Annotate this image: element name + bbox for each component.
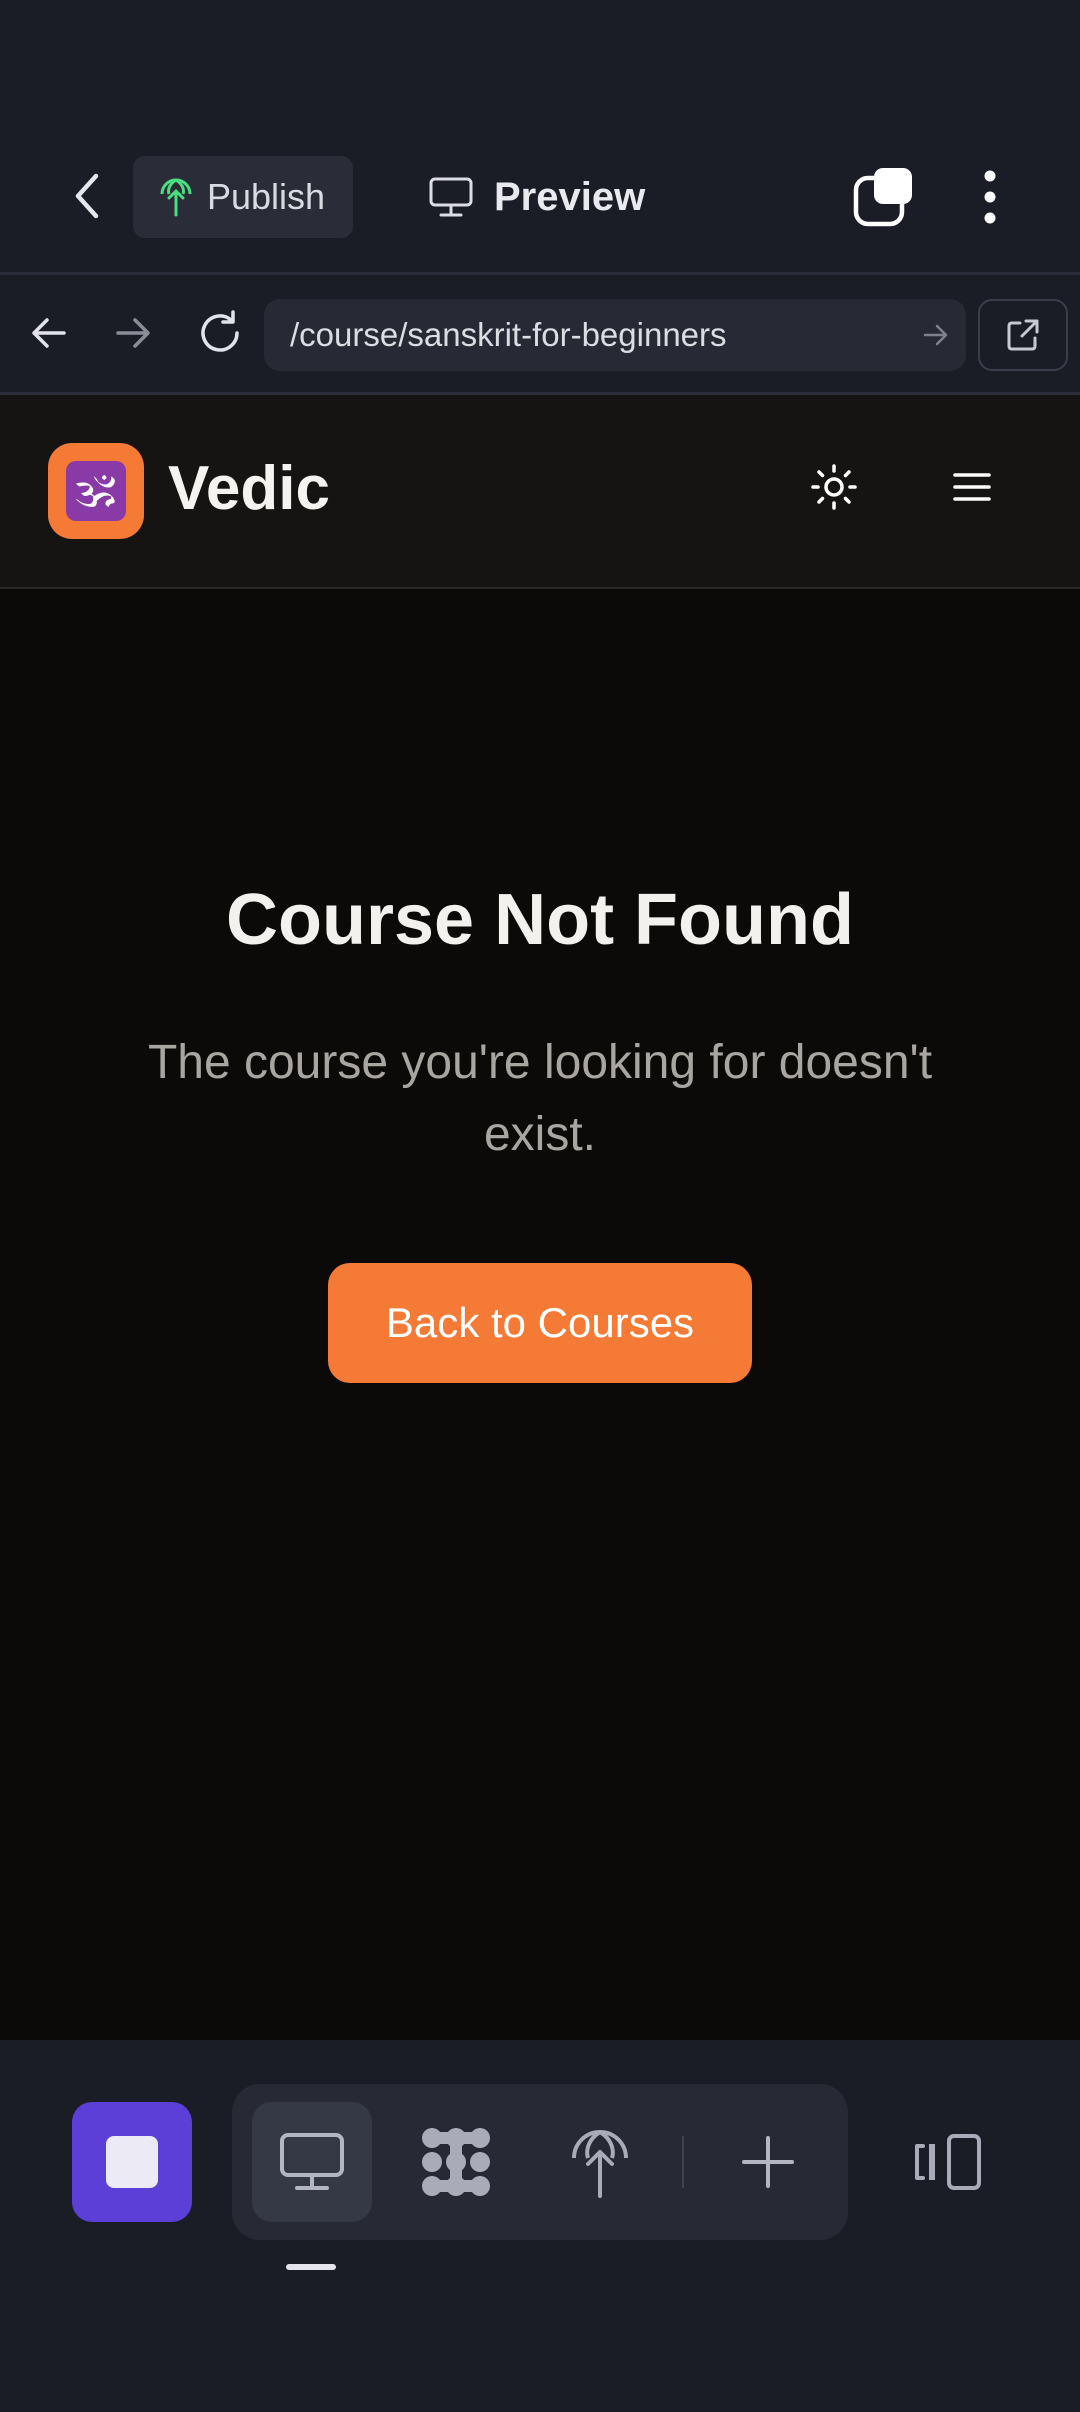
copy-button[interactable]	[852, 166, 914, 228]
preview-label: Preview	[494, 174, 646, 219]
publish-button[interactable]: Publish	[133, 156, 353, 238]
external-link-icon	[1007, 319, 1039, 351]
layout-toggle-button[interactable]	[898, 2102, 998, 2222]
copy-icon	[853, 168, 912, 227]
globe-upload-icon	[160, 178, 192, 217]
arrow-left-icon	[32, 318, 66, 348]
main-content: Course Not Found The course you're looki…	[0, 589, 1080, 2040]
hamburger-menu-icon	[953, 473, 991, 501]
go-arrow-icon	[923, 324, 948, 346]
page-title: Course Not Found	[226, 880, 854, 960]
reload-button[interactable]	[192, 303, 248, 363]
om-icon: 🕉	[66, 461, 126, 521]
tool-separator	[682, 2136, 684, 2188]
more-options-button[interactable]	[968, 166, 1012, 228]
go-button[interactable]	[906, 299, 966, 371]
desktop-icon	[280, 2133, 344, 2190]
stop-icon	[106, 2136, 158, 2188]
nav-back-button[interactable]	[24, 305, 74, 361]
open-external-button[interactable]	[978, 299, 1068, 371]
publish-label: Publish	[207, 176, 326, 217]
view-tool-group	[232, 2084, 848, 2240]
bottom-bar	[0, 2040, 1080, 2412]
url-input[interactable]: /course/sanskrit-for-beginners	[264, 299, 966, 371]
active-tab-indicator	[286, 2264, 336, 2270]
cluster-view-button[interactable]	[396, 2102, 516, 2222]
hamburger-menu-button[interactable]	[944, 459, 1000, 515]
nav-forward-button[interactable]	[108, 305, 158, 361]
monitor-icon	[429, 177, 473, 217]
more-vertical-icon	[984, 170, 996, 224]
brand-name[interactable]: Vedic	[168, 453, 330, 524]
arrow-right-icon	[116, 318, 150, 348]
preview-button[interactable]: Preview	[428, 156, 645, 238]
stop-button[interactable]	[72, 2102, 192, 2222]
chevron-left-icon	[75, 173, 99, 219]
plus-icon	[742, 2136, 794, 2188]
sun-icon	[811, 464, 857, 510]
back-button[interactable]	[62, 168, 112, 224]
theme-toggle-button[interactable]	[806, 459, 862, 515]
editor-toolbar: Publish Preview	[0, 120, 1080, 270]
cluster-icon	[422, 2128, 490, 2196]
not-found-message: The course you're looking for doesn't ex…	[147, 1036, 933, 1161]
publish-globe-button[interactable]	[540, 2102, 660, 2222]
address-bar: /course/sanskrit-for-beginners	[0, 275, 1080, 393]
site-logo[interactable]: 🕉	[48, 443, 144, 539]
back-to-courses-button[interactable]: Back to Courses	[328, 1263, 752, 1383]
url-text: /course/sanskrit-for-beginners	[290, 316, 727, 353]
reload-icon	[201, 310, 239, 352]
globe-icon	[572, 2130, 628, 2198]
desktop-view-button[interactable]	[252, 2102, 372, 2222]
add-button[interactable]	[708, 2102, 828, 2222]
site-header: 🕉 Vedic	[0, 395, 1080, 589]
layout-panels-icon	[915, 2134, 981, 2190]
